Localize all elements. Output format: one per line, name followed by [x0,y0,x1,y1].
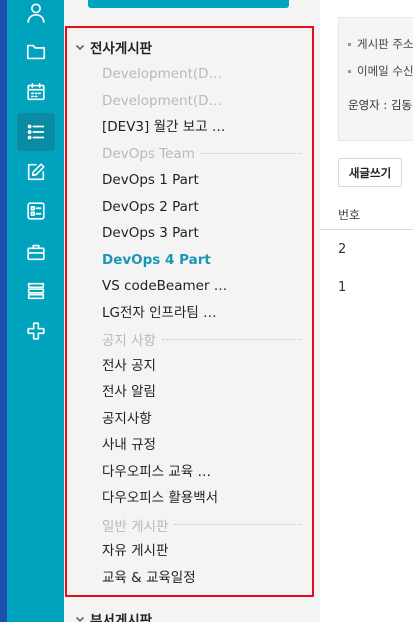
chevron-down-icon [75,44,85,51]
chevron-down-icon [75,616,85,622]
stack-icon[interactable] [17,272,55,310]
user-icon[interactable] [17,0,55,32]
post-table-header: 번호 [320,195,413,230]
app-nav-rail [7,0,64,622]
board-section-divider: DevOps Team [102,143,302,165]
group-company-label: 전사게시판 [90,41,153,57]
board-item[interactable]: DevOps 3 Part [102,222,302,244]
list-icon[interactable] [17,113,55,151]
board-item[interactable]: 사내 규정 [102,434,302,456]
group-department-label: 부서게시판 [90,613,153,622]
board-item-active[interactable]: DevOps 4 Part [102,249,302,271]
board-item[interactable]: VS codeBeamer … [102,275,302,297]
new-post-button[interactable] [88,0,289,8]
form-icon[interactable] [17,192,55,230]
write-post-button[interactable]: 새글쓰기 [338,158,402,187]
board-item[interactable]: 다우오피스 교육 … [102,461,302,483]
section-dotted-line [200,153,302,154]
section-label: DevOps Team [102,145,195,162]
board-item[interactable]: [DEV3] 월간 보고 … [102,116,302,138]
board-item[interactable]: 교육 & 교육일정 [102,567,302,589]
board-item[interactable]: DevOps 1 Part [102,169,302,191]
board-operator: 운영자 : 김동 [348,98,413,112]
board-content: 게시판 주소 이메일 수신 운영자 : 김동 새글쓰기 번호 2 1 [320,0,413,622]
board-info-box: 게시판 주소 이메일 수신 운영자 : 김동 [338,17,413,141]
board-item[interactable]: 자유 게시판 [102,540,302,562]
folder-icon[interactable] [17,33,55,71]
section-dotted-line [161,338,302,340]
board-item[interactable]: Development(D… [102,90,302,112]
board-item[interactable]: Development(D… [102,63,302,85]
board-tree-panel: 전사게시판 Development(D… Development(D… [DEV3]… [64,0,320,622]
briefcase-icon[interactable] [17,233,55,271]
section-label: 공지 사항 [102,333,156,349]
rail-edge [0,0,7,622]
edit-icon[interactable] [17,153,55,191]
group-department-board[interactable]: 부서게시판 [74,609,152,622]
board-item[interactable]: DevOps 2 Part [102,196,302,218]
section-label: 일반 게시판 [102,518,169,535]
board-item[interactable]: 다우오피스 활용백서 [102,487,302,509]
board-item[interactable]: 전사 공지 [102,355,302,377]
board-item[interactable]: LG전자 인프라팀 … [102,302,302,324]
section-dotted-line [174,524,302,525]
group-company-board[interactable]: 전사게시판 [74,37,152,57]
board-item[interactable]: 공지사항 [102,408,302,430]
column-number: 번호 [338,208,361,222]
board-item[interactable]: 전사 알림 [102,381,302,403]
info-line-email: 이메일 수신 [348,63,413,79]
board-section-divider: 일반 게시판 [102,514,302,536]
cross-icon[interactable] [17,312,55,350]
calendar-icon[interactable] [17,73,55,111]
info-line-address: 게시판 주소 [348,36,413,52]
post-row-number[interactable]: 1 [338,280,346,295]
post-row-number[interactable]: 2 [338,242,346,257]
board-section-divider: 공지 사항 [102,328,302,350]
